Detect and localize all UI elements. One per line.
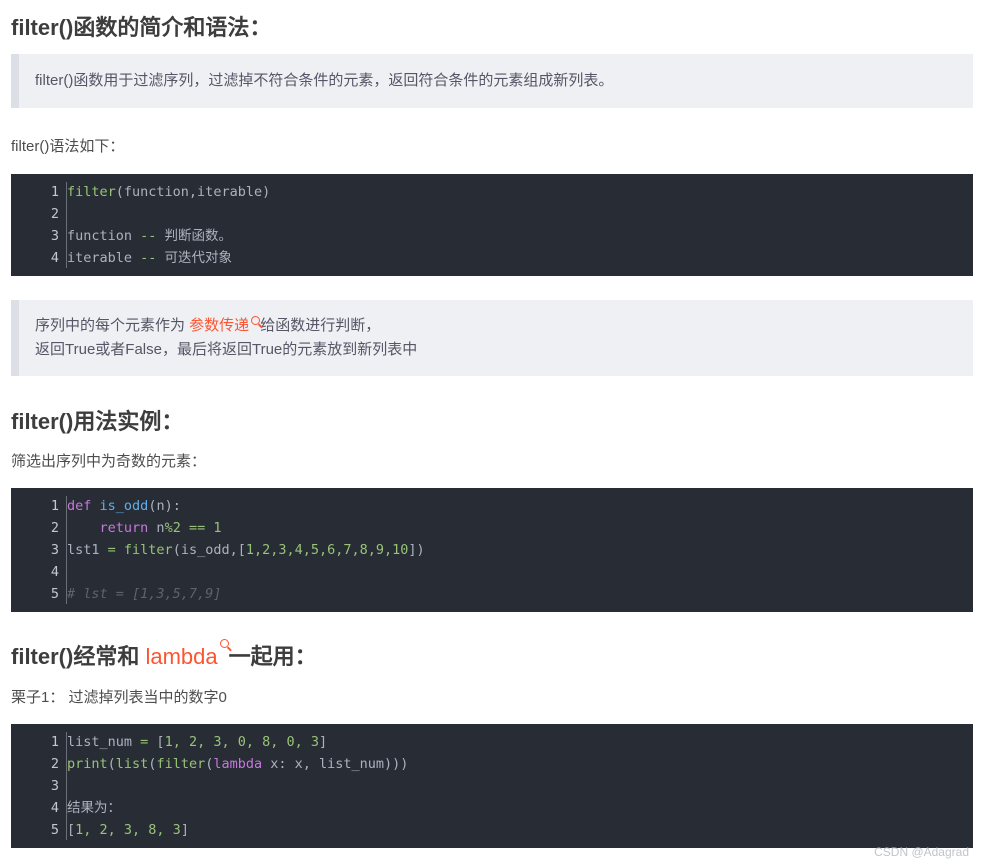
syntax-intro-text: filter()语法如下：	[11, 138, 125, 155]
search-icon[interactable]	[251, 316, 261, 325]
line-number: 4	[50, 250, 59, 266]
line-number: 1	[50, 498, 59, 514]
code-block-odd[interactable]: 1 2 3 4 5 def is_odd(n): return n%2 == 1…	[11, 488, 973, 612]
quote-text: filter()函数用于过滤序列，过滤掉不符合条件的元素，返回符合条件的元素组成…	[35, 72, 614, 89]
code-line: print(list(filter(lambda x: x, list_num)…	[67, 756, 409, 772]
code-line: 结果为：	[67, 800, 121, 816]
line-number: 4	[50, 800, 59, 816]
code-line: # lst = [1,3,5,7,9]	[67, 586, 222, 602]
code-line: list_num = [1, 2, 3, 0, 8, 0, 3]	[67, 734, 328, 750]
line-number: 4	[50, 564, 59, 580]
code-line: return n%2 == 1	[99, 520, 222, 536]
line-number: 3	[50, 228, 59, 244]
code-block-syntax[interactable]: 1 2 3 4 filter(function,iterable) functi…	[11, 174, 973, 276]
line-number: 5	[50, 586, 59, 602]
quote-line-1: 序列中的每个元素作为 参数传递 给函数进行判断，	[35, 316, 381, 334]
code-line: function -- 判断函数。	[67, 228, 233, 244]
line-number: 3	[50, 542, 59, 558]
code-line: lst1 = filter(is_odd,[1,2,3,4,5,6,7,8,9,…	[67, 542, 425, 558]
blockquote-definition: filter()函数用于过滤序列，过滤掉不符合条件的元素，返回符合条件的元素组成…	[11, 54, 973, 108]
quote-line-2: 返回True或者False，最后将返回True的元素放到新列表中	[35, 341, 418, 358]
line-number: 1	[50, 734, 59, 750]
section-heading-usage: filter()用法实例：	[11, 409, 184, 434]
param-passing-link[interactable]: 参数传递	[189, 317, 249, 334]
line-number: 2	[50, 520, 59, 536]
example-intro-text: 栗子1： 过滤掉列表当中的数字0	[11, 689, 227, 706]
line-number: 1	[50, 184, 59, 200]
section-heading-intro: filter()函数的简介和语法：	[11, 15, 272, 40]
code-line: filter(function,iterable)	[67, 184, 271, 200]
line-number: 3	[50, 778, 59, 794]
search-icon[interactable]	[219, 639, 229, 648]
code-line: def is_odd(n):	[67, 498, 181, 514]
code-block-lambda[interactable]: 1 2 3 4 5 list_num = [1, 2, 3, 0, 8, 0, …	[11, 724, 973, 848]
section-heading-lambda: filter()经常和 lambda 一起用：	[11, 639, 317, 671]
blockquote-explanation: 序列中的每个元素作为 参数传递 给函数进行判断， 返回True或者False，最后…	[11, 300, 973, 376]
watermark: CSDN @Adagrad	[874, 845, 969, 859]
code-line: [1, 2, 3, 8, 3]	[67, 822, 189, 838]
line-number: 5	[50, 822, 59, 838]
usage-intro-text: 筛选出序列中为奇数的元素：	[11, 453, 207, 470]
code-line: iterable -- 可迭代对象	[67, 250, 233, 266]
lambda-link[interactable]: lambda	[145, 644, 217, 669]
line-number: 2	[50, 206, 59, 222]
line-number: 2	[50, 756, 59, 772]
